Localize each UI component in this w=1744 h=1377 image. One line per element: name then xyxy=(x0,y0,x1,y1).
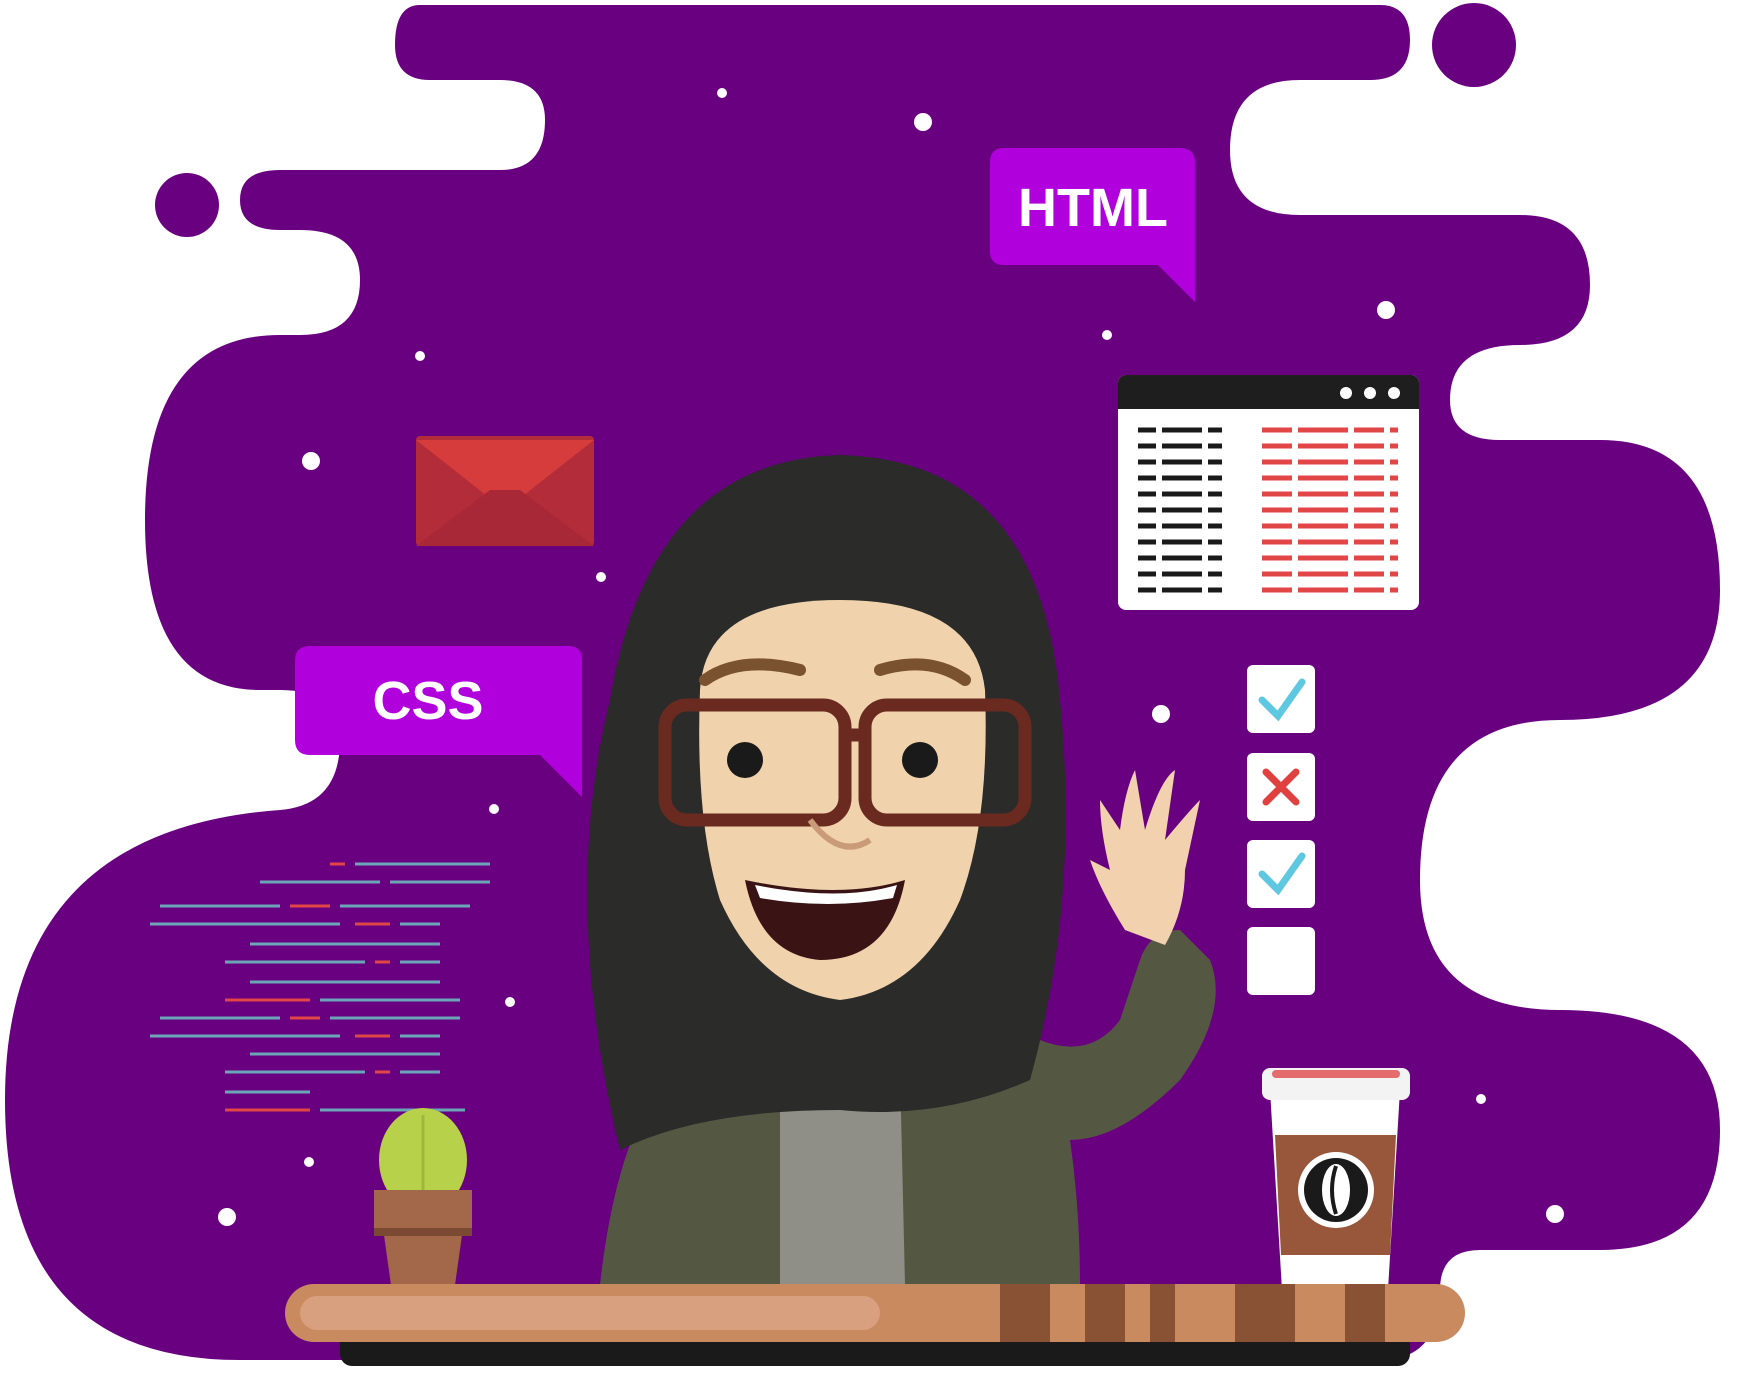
checklist-item xyxy=(1247,665,1315,733)
coffee-cup-icon xyxy=(1262,1068,1410,1290)
envelope-icon xyxy=(416,436,594,546)
eye-left xyxy=(727,742,763,778)
browser-window-icon xyxy=(1118,375,1419,610)
desk xyxy=(285,1284,1465,1366)
illustration: HTML CSS xyxy=(5,3,1720,1366)
checklist-item xyxy=(1247,840,1315,908)
checklist-item xyxy=(1247,927,1315,995)
html-bubble-label: HTML xyxy=(1018,178,1168,238)
eye-right xyxy=(902,742,938,778)
css-bubble-label: CSS xyxy=(372,671,483,731)
cactus-icon xyxy=(374,1108,472,1285)
